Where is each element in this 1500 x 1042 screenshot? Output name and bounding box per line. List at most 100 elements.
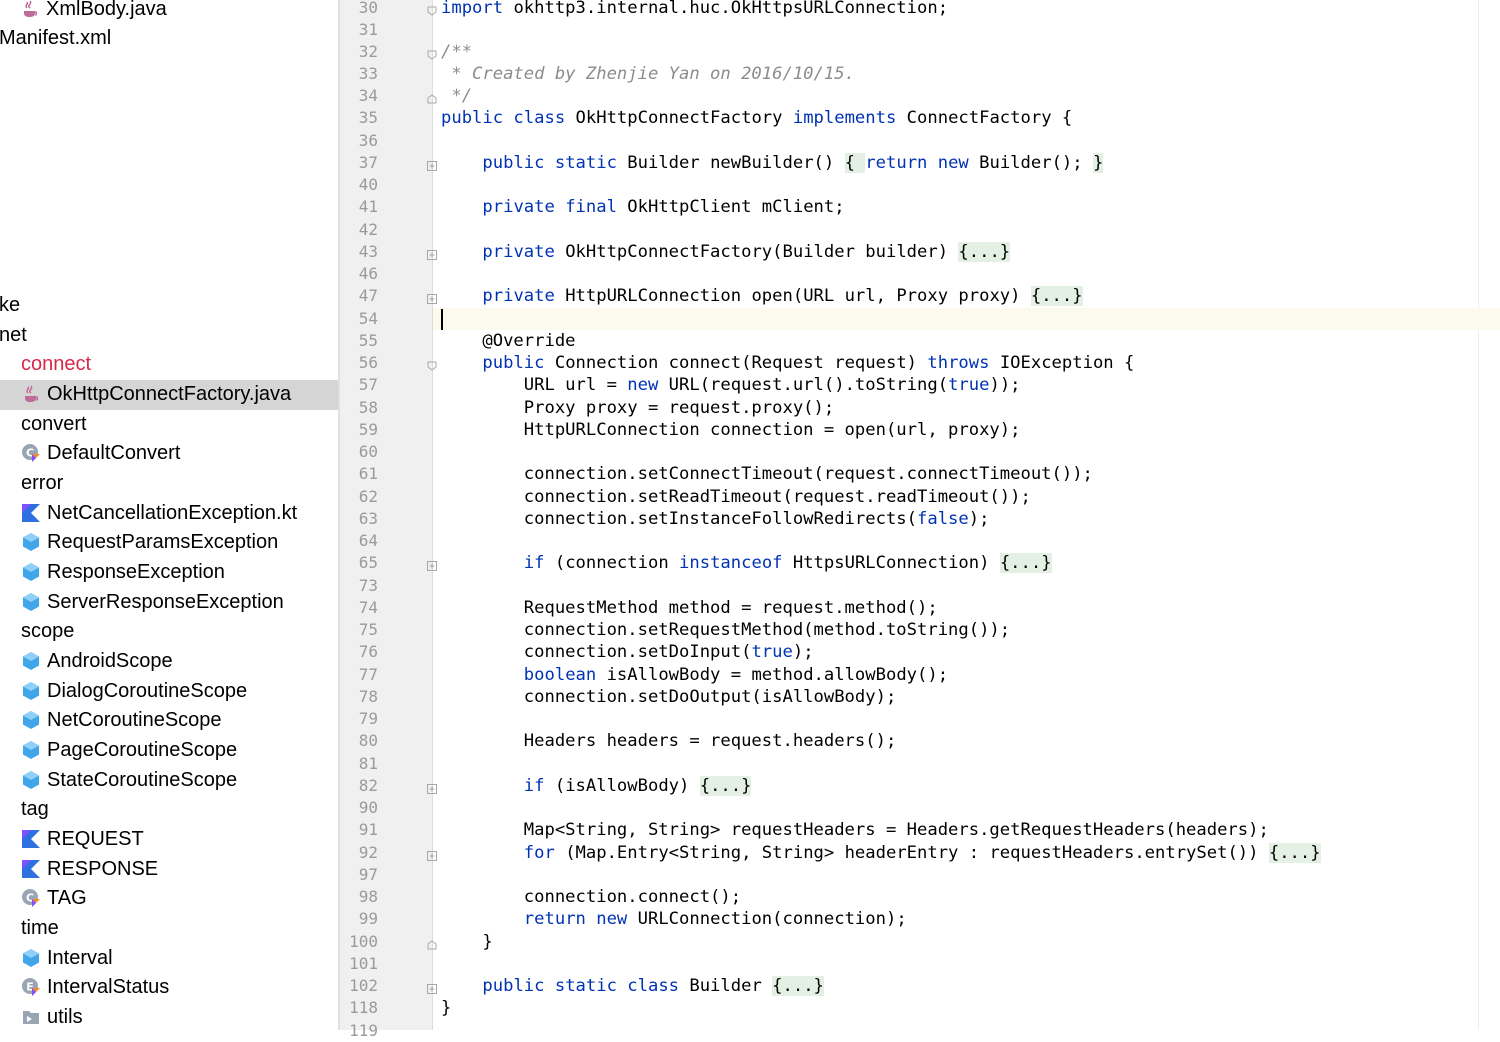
code-token: private final xyxy=(482,197,617,217)
kotlin-enum-icon: E xyxy=(21,977,41,997)
code-line[interactable]: connection.setRequestMethod(method.toStr… xyxy=(441,619,1010,641)
folded-region[interactable]: {...} xyxy=(699,776,752,796)
folded-region[interactable]: } xyxy=(1092,153,1104,173)
current-line-highlight xyxy=(433,308,1500,331)
line-number: 100 xyxy=(349,932,378,951)
code-line[interactable]: */ xyxy=(441,85,472,107)
fold-expand-icon[interactable] xyxy=(427,158,437,171)
code-line[interactable]: HttpURLConnection connection = open(url,… xyxy=(441,419,1021,441)
folded-region[interactable]: {...} xyxy=(958,242,1011,262)
tree-item-intervalstatus[interactable]: E IntervalStatus xyxy=(21,973,169,1003)
tree-item-statecoroutinescope[interactable]: StateCoroutineScope xyxy=(21,766,237,796)
tree-item-tag[interactable]: C TAG xyxy=(21,884,87,914)
tree-item-tag[interactable]: tag xyxy=(21,795,49,825)
tree-item-error[interactable]: error xyxy=(21,469,63,499)
line-number: 43 xyxy=(358,242,378,261)
folded-region[interactable]: {...} xyxy=(1268,843,1321,863)
tree-item-serverresponseexception[interactable]: ServerResponseException xyxy=(21,588,284,618)
tree-item-net[interactable]: net xyxy=(0,321,27,351)
code-line[interactable]: if (isAllowBody) {...} xyxy=(441,775,752,797)
code-line[interactable]: connection.setInstanceFollowRedirects(fa… xyxy=(441,508,990,530)
tree-item-netcoroutinescope[interactable]: NetCoroutineScope xyxy=(21,706,222,736)
code-line[interactable]: Proxy proxy = request.proxy(); xyxy=(441,397,834,419)
fold-collapse-icon[interactable] xyxy=(427,91,437,104)
code-line[interactable]: private OkHttpConnectFactory(Builder bui… xyxy=(441,241,1011,263)
code-token: Builder xyxy=(679,976,773,996)
code-line[interactable]: connection.connect(); xyxy=(441,886,741,908)
tree-item-responseexception[interactable]: ResponseException xyxy=(21,558,225,588)
fold-expand-icon[interactable] xyxy=(427,247,437,260)
tree-item-label: ke xyxy=(0,294,21,316)
tree-item-pagecoroutinescope[interactable]: PageCoroutineScope xyxy=(21,736,237,766)
code-line[interactable]: URL url = new URL(request.url().toString… xyxy=(441,374,1021,396)
tree-item-time[interactable]: time xyxy=(21,914,59,944)
tree-item-netcancellationexception-kt[interactable]: NetCancellationException.kt xyxy=(21,499,297,529)
tree-item-convert[interactable]: convert xyxy=(21,410,87,440)
code-line[interactable]: return new URLConnection(connection); xyxy=(441,908,907,930)
line-number: 97 xyxy=(358,865,378,884)
code-line[interactable]: public static class Builder {...} xyxy=(441,975,824,997)
code-line[interactable]: import okhttp3.internal.huc.OkHttpsURLCo… xyxy=(441,0,948,19)
tree-item-connect[interactable]: connect xyxy=(21,350,91,380)
line-number: 76 xyxy=(358,642,378,661)
tree-item-interval[interactable]: Interval xyxy=(21,944,113,974)
code-line[interactable]: if (connection instanceof HttpsURLConnec… xyxy=(441,552,1052,574)
code-line[interactable]: @Override xyxy=(441,330,575,352)
tree-item-utils[interactable]: utils xyxy=(21,1003,83,1030)
tree-item-label: RESPONSE xyxy=(47,858,159,880)
tree-item-androidscope[interactable]: AndroidScope xyxy=(21,647,173,677)
code-token: Proxy proxy = request.proxy(); xyxy=(441,398,835,418)
code-line[interactable]: Map<String, String> requestHeaders = Hea… xyxy=(441,819,1269,841)
code-line[interactable]: private final OkHttpClient mClient; xyxy=(441,196,844,218)
fold-collapse-icon[interactable] xyxy=(427,3,437,16)
tree-item-manifest-xml[interactable]: Manifest.xml xyxy=(0,24,111,54)
tree-item-request[interactable]: REQUEST xyxy=(21,825,144,855)
code-line[interactable]: /** xyxy=(441,41,472,63)
tree-item-requestparamsexception[interactable]: RequestParamsException xyxy=(21,528,278,558)
tree-item-scope[interactable]: scope xyxy=(21,617,74,647)
code-line[interactable]: Headers headers = request.headers(); xyxy=(441,730,897,752)
code-token: private xyxy=(482,286,555,306)
folded-region[interactable]: {...} xyxy=(1030,286,1083,306)
line-number: 61 xyxy=(358,464,378,483)
line-number: 30 xyxy=(358,0,378,17)
fold-expand-icon[interactable] xyxy=(427,558,437,571)
code-line[interactable]: * Created by Zhenjie Yan on 2016/10/15. xyxy=(441,63,855,85)
code-line[interactable]: connection.setReadTimeout(request.readTi… xyxy=(441,486,1031,508)
code-line[interactable]: public static Builder newBuilder() { ret… xyxy=(441,152,1104,174)
folded-region[interactable]: { xyxy=(844,153,866,173)
code-line[interactable]: connection.setConnectTimeout(request.con… xyxy=(441,463,1093,485)
fold-collapse-icon[interactable] xyxy=(427,358,437,371)
tree-item-xmlbody-java[interactable]: XmlBody.java xyxy=(20,0,167,25)
fold-expand-icon[interactable] xyxy=(427,781,437,794)
tree-item-defaultconvert[interactable]: C DefaultConvert xyxy=(21,439,180,469)
fold-expand-icon[interactable] xyxy=(427,981,437,994)
code-token: IOException { xyxy=(989,353,1135,373)
tree-item-dialogcoroutinescope[interactable]: DialogCoroutineScope xyxy=(21,677,247,707)
code-line[interactable]: } xyxy=(441,931,492,953)
fold-expand-icon[interactable] xyxy=(427,848,437,861)
code-line[interactable]: RequestMethod method = request.method(); xyxy=(441,597,938,619)
code-line[interactable]: connection.setDoOutput(isAllowBody); xyxy=(441,686,897,708)
tree-item-response[interactable]: RESPONSE xyxy=(21,855,158,885)
code-line[interactable]: for (Map.Entry<String, String> headerEnt… xyxy=(441,842,1321,864)
code-line[interactable]: } xyxy=(441,997,451,1019)
code-line[interactable]: public Connection connect(Request reques… xyxy=(441,352,1134,374)
folder-arrow-icon xyxy=(21,1007,41,1027)
code-line[interactable]: connection.setDoInput(true); xyxy=(441,641,814,663)
fold-collapse-icon[interactable] xyxy=(427,937,437,950)
fold-expand-icon[interactable] xyxy=(427,291,437,304)
tree-item-ke[interactable]: ke xyxy=(0,291,20,321)
code-line[interactable]: private HttpURLConnection open(URL url, … xyxy=(441,285,1083,307)
fold-collapse-icon[interactable] xyxy=(427,47,437,60)
code-token: import xyxy=(441,0,504,18)
tree-item-okhttpconnectfactory-java[interactable]: OkHttpConnectFactory.java xyxy=(0,380,338,410)
folded-region[interactable]: {...} xyxy=(772,976,824,996)
code-line[interactable]: boolean isAllowBody = method.allowBody()… xyxy=(441,664,948,686)
folded-region[interactable]: {...} xyxy=(999,553,1052,573)
code-line[interactable]: public class OkHttpConnectFactory implem… xyxy=(441,107,1072,129)
